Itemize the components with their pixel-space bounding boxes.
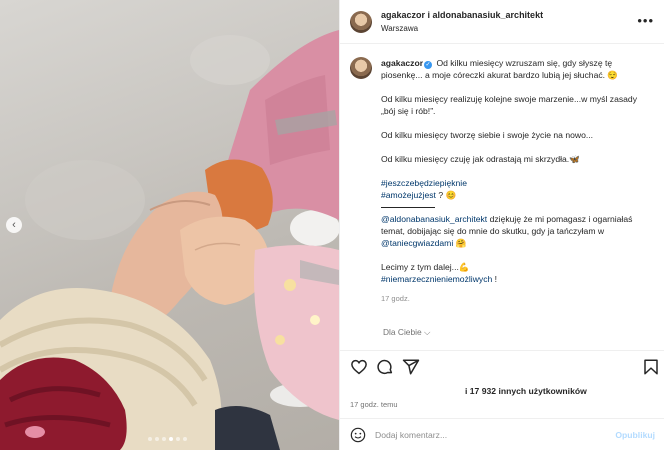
caption-text: Od kilku miesięcy czuję jak odrastają mi… — [381, 154, 580, 164]
post-side-panel: agakaczor i aldonabanasiuk_architekt War… — [339, 0, 664, 450]
hashtag-line: #jeszczebędziepięknie — [381, 177, 651, 189]
hashtag-line: #niemarzecznieniemożliwych ! — [381, 273, 651, 285]
verified-icon: ✓ — [424, 61, 433, 69]
carousel-prev-button[interactable]: ‹ — [6, 217, 22, 233]
publish-button[interactable]: Opublikuj — [615, 430, 655, 440]
divider — [381, 207, 435, 208]
caption-text: ? 😊 — [435, 190, 457, 200]
location-link[interactable]: Warszawa — [381, 22, 543, 35]
photo-illustration — [0, 30, 339, 450]
caption-row: agakaczor ✓ Od kilku miesięcy wzruszam si… — [350, 57, 655, 305]
carousel-dots — [148, 437, 187, 441]
post-photo: ‹ — [0, 0, 339, 450]
caption-time: 17 godz. — [381, 294, 410, 303]
caption-text: Od kilku miesięcy tworzę siebie i swoje … — [381, 130, 594, 140]
mention-link[interactable]: @aldonabanasiuk_architekt — [381, 214, 487, 224]
post-header: agakaczor i aldonabanasiuk_architekt War… — [340, 0, 664, 44]
emoji-icon[interactable] — [350, 427, 366, 443]
header-usernames[interactable]: agakaczor i aldonabanasiuk_architekt — [381, 9, 543, 22]
mention-link[interactable]: @taniecgwiazdami — [381, 238, 453, 248]
caption-body: agakaczor ✓ Od kilku miesięcy wzruszam si… — [381, 57, 651, 305]
for-you-toggle[interactable]: Dla Ciebie ⌵ — [383, 327, 430, 338]
hashtag-line: #amożejużjest ? 😊 — [381, 189, 651, 201]
add-comment-bar: Opublikuj — [340, 418, 664, 450]
caption-text: ! — [492, 274, 498, 284]
caption-username[interactable]: agakaczor — [381, 58, 423, 68]
avatar[interactable] — [350, 10, 372, 33]
hashtag-link[interactable]: #amożejużjest — [381, 190, 436, 200]
carousel-dot — [162, 437, 166, 441]
header-text: agakaczor i aldonabanasiuk_architekt War… — [381, 9, 543, 35]
comment-input[interactable] — [375, 429, 600, 440]
caption-text: Lecimy z tym dalej...💪 — [381, 262, 470, 272]
post-timestamp: 17 godz. temu — [350, 400, 398, 409]
caption-text: Od kilku miesięcy realizuję kolejne swoj… — [381, 94, 637, 116]
carousel-dot — [183, 437, 187, 441]
hashtag-link[interactable]: #niemarzecznieniemożliwych — [381, 274, 492, 284]
carousel-dot-active — [169, 437, 173, 441]
carousel-dot — [176, 437, 180, 441]
caption-text: 🤗 — [453, 238, 467, 248]
bookmark-icon[interactable] — [642, 358, 660, 376]
carousel-dot — [155, 437, 159, 441]
share-icon[interactable] — [402, 358, 420, 376]
heart-icon[interactable] — [350, 358, 368, 376]
caption-paragraph: agakaczor ✓ Od kilku miesięcy wzruszam si… — [381, 57, 651, 81]
chevron-left-icon: ‹ — [12, 219, 16, 231]
action-bar — [340, 350, 664, 380]
comment-icon[interactable] — [376, 358, 394, 376]
hashtag-link[interactable]: #jeszczebędziepięknie — [381, 178, 467, 188]
more-icon[interactable]: ••• — [637, 13, 654, 28]
avatar[interactable] — [350, 57, 372, 79]
carousel-dot — [148, 437, 152, 441]
likes-count[interactable]: i 17 932 innych użytkowników — [465, 386, 587, 396]
caption-paragraph: @aldonabanasiuk_architekt dziękuję że mi… — [381, 213, 651, 249]
caption-area: agakaczor ✓ Od kilku miesięcy wzruszam si… — [340, 45, 664, 350]
